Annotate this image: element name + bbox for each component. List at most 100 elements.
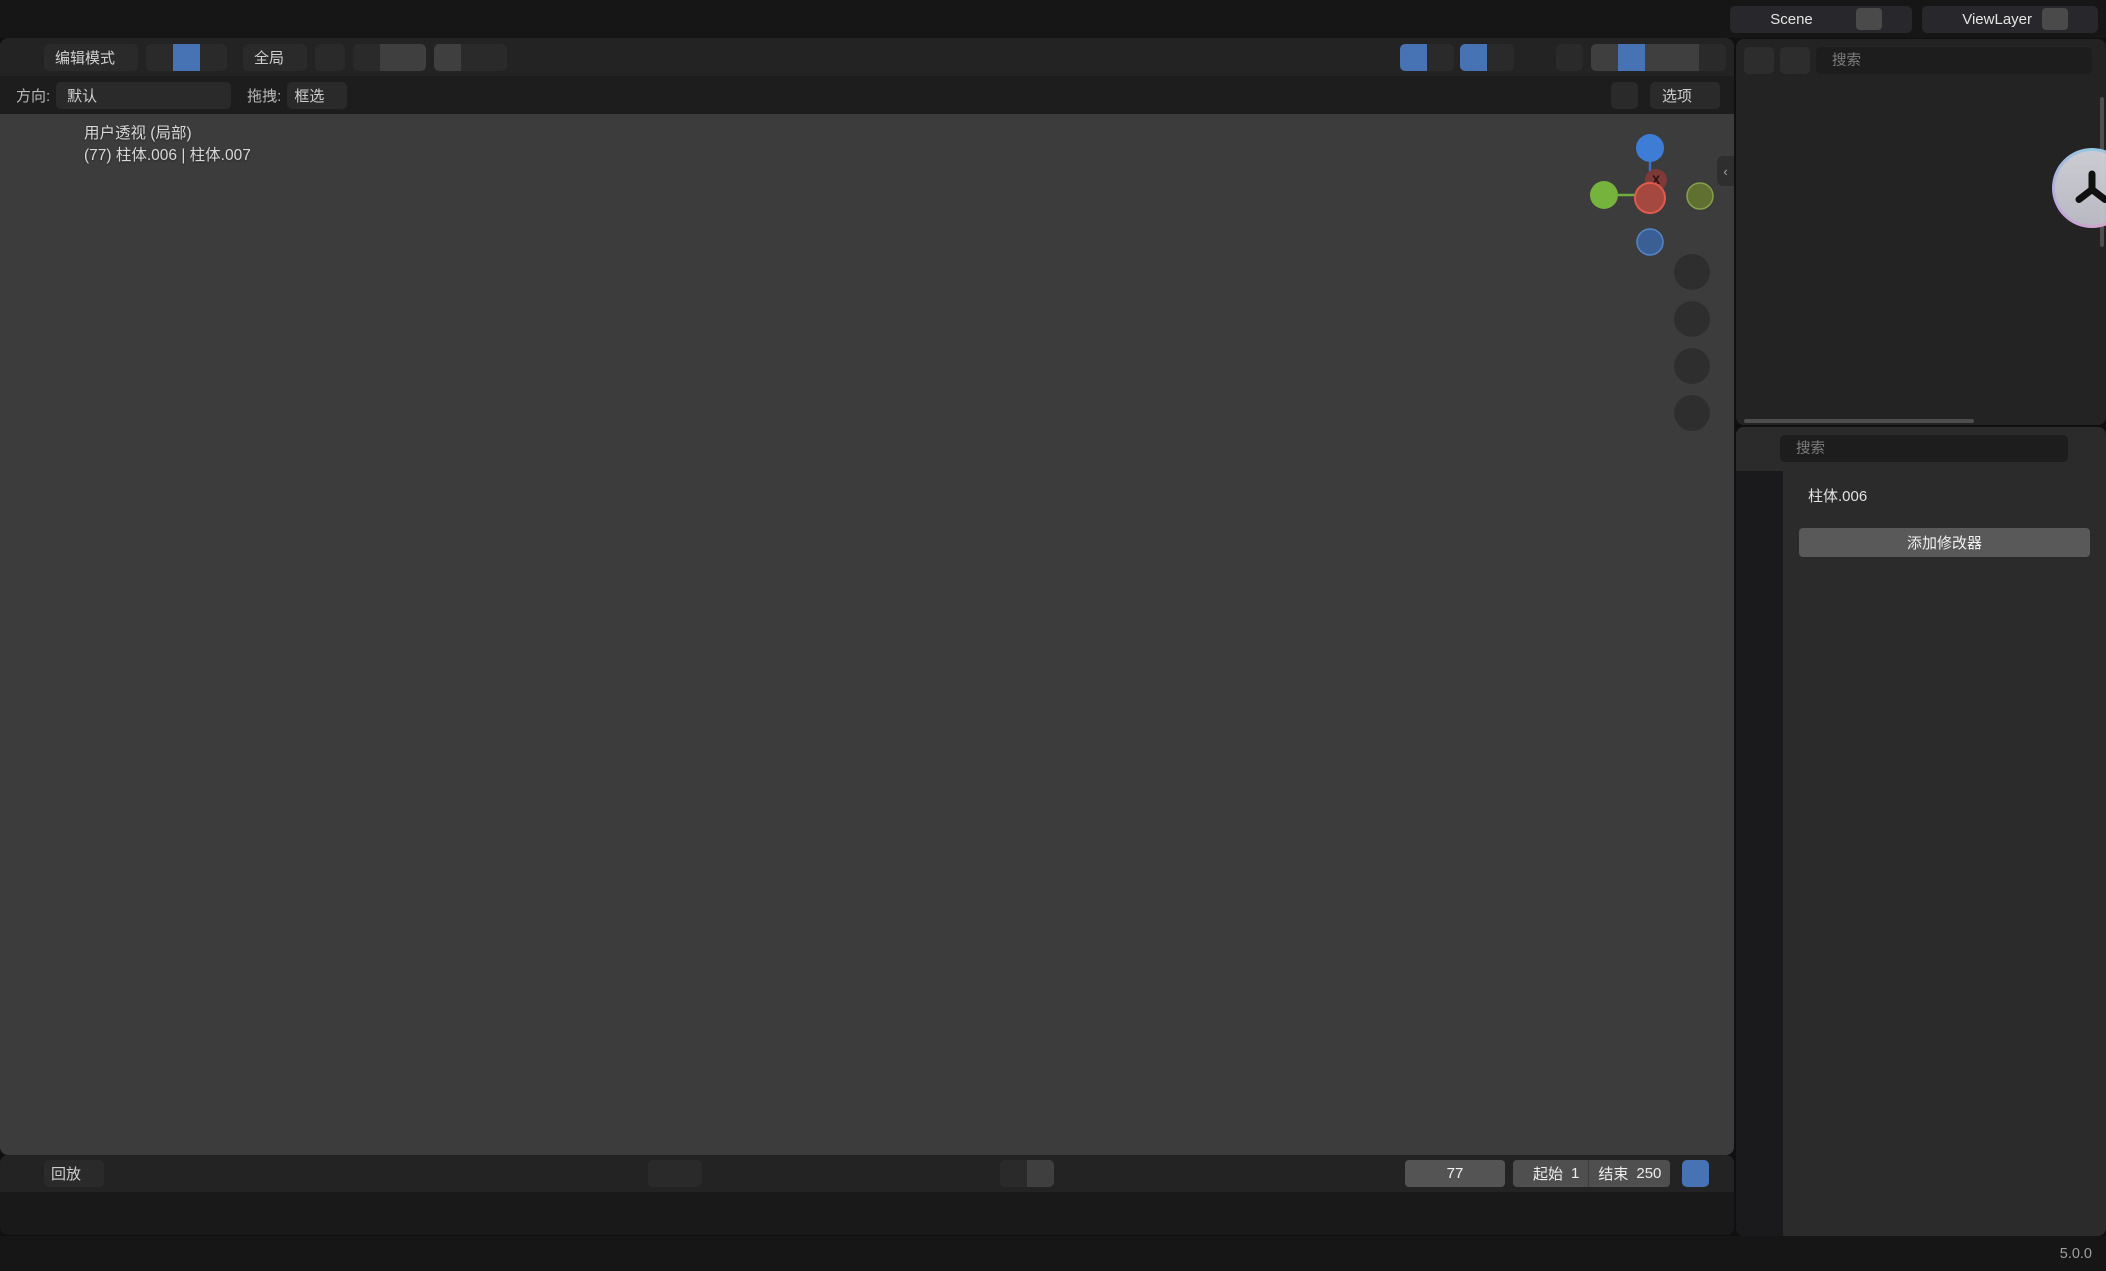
snap-target-button[interactable] xyxy=(380,44,426,71)
outliner-search[interactable] xyxy=(1816,47,2092,74)
shading-material-button[interactable] xyxy=(1645,44,1672,71)
shading-solid-button[interactable] xyxy=(1618,44,1645,71)
chevron-down-icon xyxy=(1495,51,1507,63)
outliner-hscrollbar[interactable] xyxy=(1744,419,1974,423)
topbar: Scene ViewLayer xyxy=(0,0,2106,38)
show-overlays-button[interactable] xyxy=(1460,44,1487,71)
auto-keying-dropdown[interactable] xyxy=(675,1160,702,1187)
zoom-button[interactable] xyxy=(1674,254,1710,290)
chevron-down-icon xyxy=(1696,89,1708,101)
pin-icon[interactable] xyxy=(1830,8,1856,30)
chevron-down-icon xyxy=(1755,55,1767,67)
status-bar: 5.0.0 xyxy=(0,1236,2106,1271)
editor-type-button[interactable] xyxy=(8,44,38,71)
chevron-down-icon xyxy=(1755,443,1767,455)
properties-editor-type[interactable] xyxy=(1744,435,1774,462)
chevron-down-icon xyxy=(1375,51,1387,63)
proportional-connected-button[interactable] xyxy=(1611,82,1638,109)
proportional-falloff-button[interactable] xyxy=(461,44,507,71)
end-frame-field[interactable]: 结束 250 xyxy=(1589,1160,1670,1187)
3d-viewport[interactable]: 用户透视 (局部) (77) 柱体.006 | 柱体.007 X ‹ xyxy=(0,114,1734,1155)
timeline-snap-dropdown[interactable] xyxy=(1027,1160,1054,1187)
transform-orientation[interactable]: 全局 xyxy=(243,44,307,71)
viewlayer-name[interactable]: ViewLayer xyxy=(1952,11,2042,28)
start-value: 1 xyxy=(1571,1165,1579,1182)
pivot-point-button[interactable] xyxy=(315,44,345,71)
add-modifier-button[interactable]: 添加修改器 xyxy=(1799,528,2090,557)
version-text: 5.0.0 xyxy=(2060,1246,2092,1262)
keying-group xyxy=(1682,1160,1724,1187)
camera-view-button[interactable] xyxy=(1674,348,1710,384)
scene-selector[interactable]: Scene xyxy=(1730,6,1912,33)
orthographic-button[interactable] xyxy=(1674,395,1710,431)
keying-set-button[interactable] xyxy=(1682,1160,1709,1187)
face-select-button[interactable] xyxy=(200,44,227,71)
edge-select-button[interactable] xyxy=(173,44,200,71)
chevron-down-icon[interactable] xyxy=(2074,443,2098,455)
chevron-down-icon xyxy=(1934,13,1946,25)
drag-dropdown[interactable]: 框选 xyxy=(287,82,347,109)
proportional-edit-group xyxy=(434,44,507,71)
viewport-overlay-text: 用户透视 (局部) (77) 柱体.006 | 柱体.007 xyxy=(84,123,251,167)
unlink-scene-icon[interactable] xyxy=(1882,8,1908,30)
drag-label: 拖拽: xyxy=(247,85,281,106)
chevron-down-icon xyxy=(1035,1168,1047,1180)
chevron-down-icon xyxy=(19,51,31,63)
properties-search[interactable] xyxy=(1780,435,2068,462)
playback-menu[interactable]: 回放 xyxy=(44,1160,104,1187)
direction-dropdown[interactable]: 默认 xyxy=(56,82,231,109)
chevron-down-icon xyxy=(683,1168,695,1180)
sidebar-collapse-tab[interactable]: ‹ xyxy=(1717,156,1734,186)
options-label: 选项 xyxy=(1662,85,1692,106)
blender-logo-icon[interactable] xyxy=(12,6,42,32)
timeline-editor-type-button[interactable] xyxy=(8,1160,38,1187)
orientation-label: 全局 xyxy=(254,47,284,68)
gizmo-dropdown[interactable] xyxy=(1427,44,1454,71)
mode-label: 编辑模式 xyxy=(55,47,115,68)
new-viewlayer-copy-icon[interactable] xyxy=(2042,8,2068,30)
chevron-down-icon xyxy=(399,51,411,63)
mesh-edit-overlays-button[interactable] xyxy=(1520,44,1550,71)
chevron-down-icon xyxy=(480,51,492,63)
xray-toggle-button[interactable] xyxy=(1556,44,1583,71)
start-frame-field[interactable]: 起始 1 xyxy=(1524,1160,1588,1187)
chevron-down-icon xyxy=(19,1168,31,1180)
properties-search-input[interactable] xyxy=(1794,440,2060,458)
blender-window: Scene ViewLayer 编辑模式 xyxy=(0,0,2106,1271)
outliner-display-mode[interactable] xyxy=(1744,47,1774,74)
current-frame-value: 77 xyxy=(1447,1165,1464,1182)
active-object-text: (77) 柱体.006 | 柱体.007 xyxy=(84,145,251,167)
shading-dropdown[interactable] xyxy=(1699,44,1726,71)
viewlayer-selector[interactable]: ViewLayer xyxy=(1922,6,2098,33)
vertex-select-button[interactable] xyxy=(146,44,173,71)
remove-viewlayer-icon[interactable] xyxy=(2068,8,2094,30)
options-dropdown[interactable]: 选项 xyxy=(1650,82,1720,109)
breadcrumb-object-name[interactable]: 柱体.006 xyxy=(1808,485,1867,506)
scene-name[interactable]: Scene xyxy=(1760,11,1830,28)
overlays-dropdown[interactable] xyxy=(1487,44,1514,71)
timeline-snap-button[interactable] xyxy=(1000,1160,1027,1187)
shading-wireframe-button[interactable] xyxy=(1591,44,1618,71)
outliner-scope[interactable] xyxy=(1780,47,1810,74)
outliner-search-input[interactable] xyxy=(1830,52,2084,70)
outliner-header xyxy=(1736,39,2106,80)
new-scene-copy-icon[interactable] xyxy=(1856,8,1882,30)
pan-button[interactable] xyxy=(1674,301,1710,337)
chevron-down-icon xyxy=(119,51,131,63)
snap-group xyxy=(353,44,426,71)
auto-keying-button[interactable] xyxy=(648,1160,675,1187)
current-frame-field[interactable]: 77 xyxy=(1405,1160,1505,1187)
breadcrumb: 柱体.006 xyxy=(1783,471,2106,506)
shading-rendered-button[interactable] xyxy=(1672,44,1699,71)
timeline-ruler[interactable] xyxy=(0,1192,1734,1235)
navigation-gizmo[interactable]: X xyxy=(1588,122,1718,272)
proportional-edit-button[interactable] xyxy=(434,44,461,71)
show-visibility-button[interactable] xyxy=(1364,44,1394,71)
chevron-down-icon xyxy=(328,89,340,101)
mode-selector[interactable]: 编辑模式 xyxy=(44,44,138,71)
chevron-down-icon xyxy=(1531,51,1543,63)
show-gizmo-button[interactable] xyxy=(1400,44,1427,71)
snap-toggle-button[interactable] xyxy=(353,44,380,71)
chevron-down-icon xyxy=(1791,55,1803,67)
auto-keying-group xyxy=(648,1160,702,1187)
